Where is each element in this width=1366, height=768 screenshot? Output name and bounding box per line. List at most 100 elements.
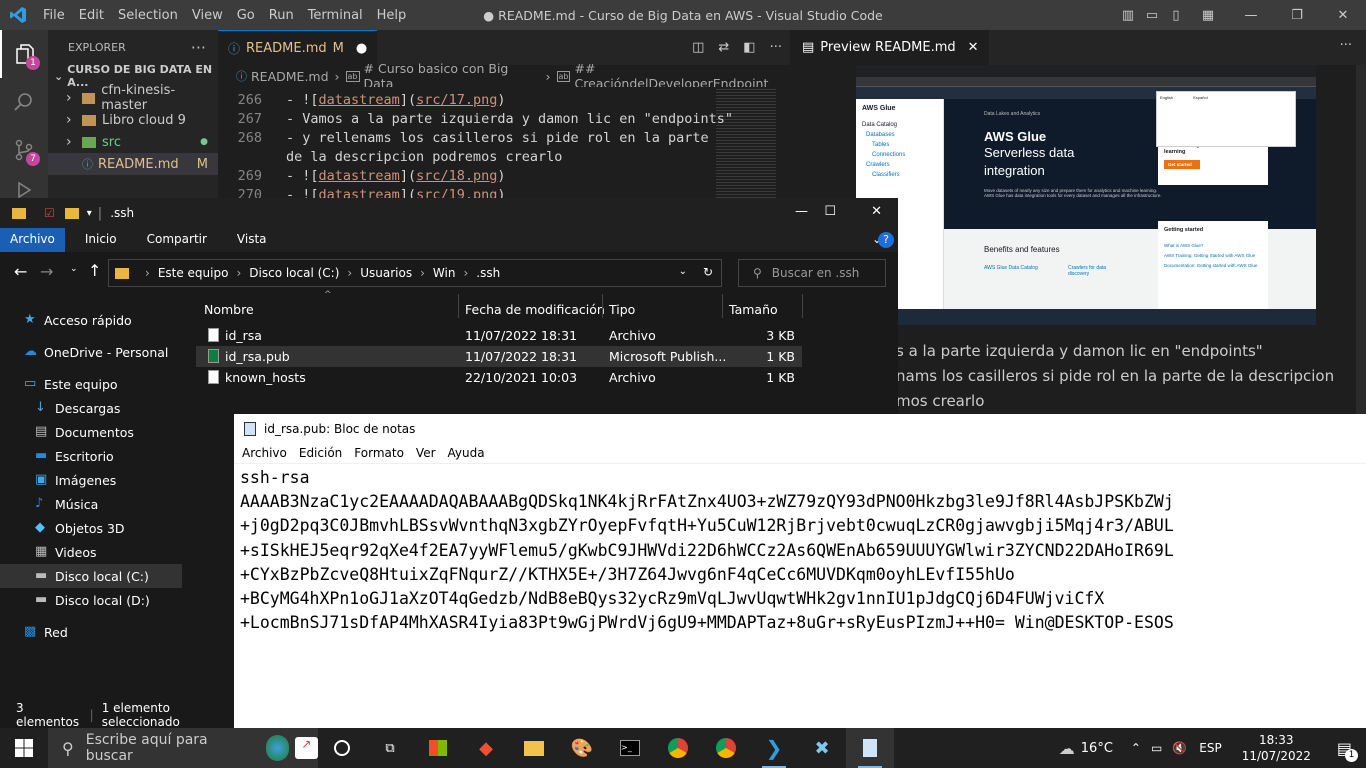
column-header-date[interactable]: Fecha de modificación (465, 302, 605, 317)
recent-locations-icon[interactable]: ⌄ (70, 264, 78, 274)
store-icon[interactable] (414, 728, 462, 768)
explorer-activity-icon[interactable]: 1 (0, 30, 48, 78)
network-icon[interactable]: ▭ (1151, 741, 1162, 755)
notepad-taskbar-icon[interactable] (846, 728, 894, 768)
chrome-icon[interactable] (654, 728, 702, 768)
ribbon-tab-vista[interactable]: Vista (227, 228, 277, 252)
tab-preview[interactable]: ▤ Preview README.md ✕ (792, 30, 989, 65)
notification-icon[interactable]: ▤ 1 (1337, 739, 1358, 762)
nav-item[interactable]: ▩ Red (0, 620, 182, 644)
source-control-activity-icon[interactable]: 7 (0, 126, 48, 174)
menu-go[interactable]: Go (230, 8, 262, 23)
nav-item[interactable]: ▬ Escritorio (0, 444, 182, 468)
column-header-type[interactable]: Tipo (609, 302, 635, 317)
restore-button[interactable]: ❐ (1274, 8, 1320, 23)
more-actions-icon[interactable]: ··· (770, 40, 782, 55)
split-editor-icon[interactable]: ◧ (743, 40, 755, 55)
task-view-icon[interactable]: ⧉ (366, 728, 414, 768)
menu-view[interactable]: View (185, 8, 230, 23)
notepad-menu-edición[interactable]: Edición (299, 446, 342, 460)
minimap[interactable] (716, 87, 776, 200)
tab-readme[interactable]: ⓘ README.md M ● (218, 30, 378, 65)
chevron-right-icon[interactable]: › (145, 266, 150, 280)
chrome-profile-icon[interactable] (702, 728, 750, 768)
nav-item[interactable]: ♪ Música (0, 492, 182, 516)
nav-item[interactable]: ▤ Documentos (0, 420, 182, 444)
nav-item[interactable]: ▣ Imágenes (0, 468, 182, 492)
paint-icon[interactable]: 🎨 (558, 728, 606, 768)
menu-edit[interactable]: Edit (72, 8, 111, 23)
tree-folder[interactable]: › Libro cloud 9 (48, 109, 218, 131)
aws-lang[interactable]: English (1160, 95, 1173, 100)
notepad-menu-ver[interactable]: Ver (416, 446, 436, 460)
chevron-right-icon[interactable]: › (420, 266, 425, 280)
address-segment[interactable]: Win (433, 266, 456, 280)
close-button[interactable]: ✕ (1320, 8, 1366, 23)
tree-folder[interactable]: › cfn-kinesis-master (48, 83, 218, 113)
ribbon-tab-archivo[interactable]: Archivo (0, 228, 65, 252)
notepad-menu-formato[interactable]: Formato (354, 446, 404, 460)
clock[interactable]: 18:33 11/07/2022 (1242, 732, 1311, 764)
notepad-menu-archivo[interactable]: Archivo (242, 446, 287, 460)
nav-item[interactable]: ↓ Descargas (0, 396, 182, 420)
weather-temp[interactable]: 16°C (1081, 741, 1113, 756)
input-language[interactable]: ESP (1199, 741, 1221, 755)
aws-menu-item[interactable]: Tables (862, 142, 937, 148)
notepad-text-area[interactable]: ssh-rsa AAAAB3NzaC1yc2EAAAADAQABAAABgQDSk… (240, 466, 1174, 635)
cortana-icon[interactable] (318, 728, 366, 768)
menu-file[interactable]: File (36, 8, 72, 23)
forward-icon[interactable]: → (40, 262, 53, 281)
address-segment[interactable]: .ssh (476, 266, 500, 280)
git-app-icon[interactable]: ◆ (462, 728, 510, 768)
menu-run[interactable]: Run (262, 8, 301, 23)
new-folder-icon[interactable] (64, 207, 79, 219)
vscode-taskbar-icon[interactable]: ❯ (750, 728, 798, 768)
weather-icon[interactable]: ☁ (1059, 739, 1075, 758)
code-editor[interactable]: 266 - ![datastream](src/17.png) 267 - Vamos… (218, 87, 790, 203)
open-preview-side-icon[interactable]: ◫ (692, 40, 704, 55)
chevron-right-icon[interactable]: › (236, 266, 241, 280)
chevron-right-icon[interactable]: › (347, 266, 352, 280)
minimize-button[interactable]: — (1228, 8, 1274, 23)
nav-item[interactable]: ▭ Este equipo (0, 372, 182, 396)
tools-icon[interactable]: ✖ (798, 728, 846, 768)
nav-item[interactable]: ☁ OneDrive - Personal (0, 340, 182, 364)
more-actions-icon[interactable]: ··· (1340, 38, 1352, 53)
aws-menu-item[interactable]: Databases (862, 132, 937, 138)
menu-help[interactable]: Help (370, 8, 414, 23)
help-icon[interactable]: ? (878, 232, 894, 248)
file-row[interactable]: known_hosts 22/10/2021 10:03 Archivo 1 KB (196, 367, 802, 388)
toggle-secondary-sidebar-icon[interactable]: ▯ (1164, 8, 1188, 23)
search-box[interactable]: ⚲ Buscar en .ssh (738, 259, 886, 287)
aws-lang[interactable]: Español (1193, 95, 1207, 100)
nav-item[interactable]: ★ Acceso rápido (0, 308, 182, 332)
tree-file[interactable]: ⓘ README.md M (48, 153, 218, 175)
aws-menu-item[interactable]: Classifiers (862, 172, 937, 178)
aws-link[interactable]: Documentation: Getting started with AWS … (1164, 263, 1262, 268)
up-icon[interactable]: ↑ (88, 261, 101, 280)
refresh-icon[interactable]: ↻ (703, 265, 713, 279)
address-bar[interactable]: › Este equipo › Disco local (C:) › Usuarios › W… (108, 259, 722, 287)
volume-muted-icon[interactable]: 🔇 (1172, 741, 1187, 755)
nav-item[interactable]: ▦ Videos (0, 540, 182, 564)
run-debug-activity-icon[interactable] (0, 174, 48, 200)
back-icon[interactable]: ← (14, 262, 27, 281)
ribbon-tab-inicio[interactable]: Inicio (75, 228, 127, 252)
preview-scrollbar[interactable] (1356, 65, 1366, 414)
toggle-panel-icon[interactable]: ▭ (1140, 8, 1164, 23)
link-url[interactable]: src/18.png (416, 168, 497, 184)
file-row[interactable]: id_rsa.pub 11/07/2022 18:31 Microsoft Publ… (196, 346, 802, 367)
file-row[interactable]: id_rsa 11/07/2022 18:31 Archivo 3 KB (196, 325, 802, 346)
dirty-dot-icon[interactable]: ● (356, 41, 367, 56)
nav-item[interactable]: ▬ Disco local (D:) (0, 588, 182, 612)
minimize-button[interactable]: — (795, 204, 808, 219)
nav-item[interactable]: ◆ Objetos 3D (0, 516, 182, 540)
more-actions-icon[interactable]: ··· (191, 38, 206, 57)
start-button[interactable] (0, 728, 48, 768)
toggle-sidebar-icon[interactable]: ▥ (1116, 8, 1140, 23)
aws-link[interactable]: AWS Training: Getting Started with AWS G… (1164, 253, 1262, 258)
address-segment[interactable]: Disco local (C:) (249, 266, 339, 280)
aws-menu-item[interactable]: Crawlers (862, 162, 937, 168)
address-segment[interactable]: Este equipo (158, 266, 229, 280)
aws-menu-item[interactable]: Data Catalog (862, 122, 937, 128)
